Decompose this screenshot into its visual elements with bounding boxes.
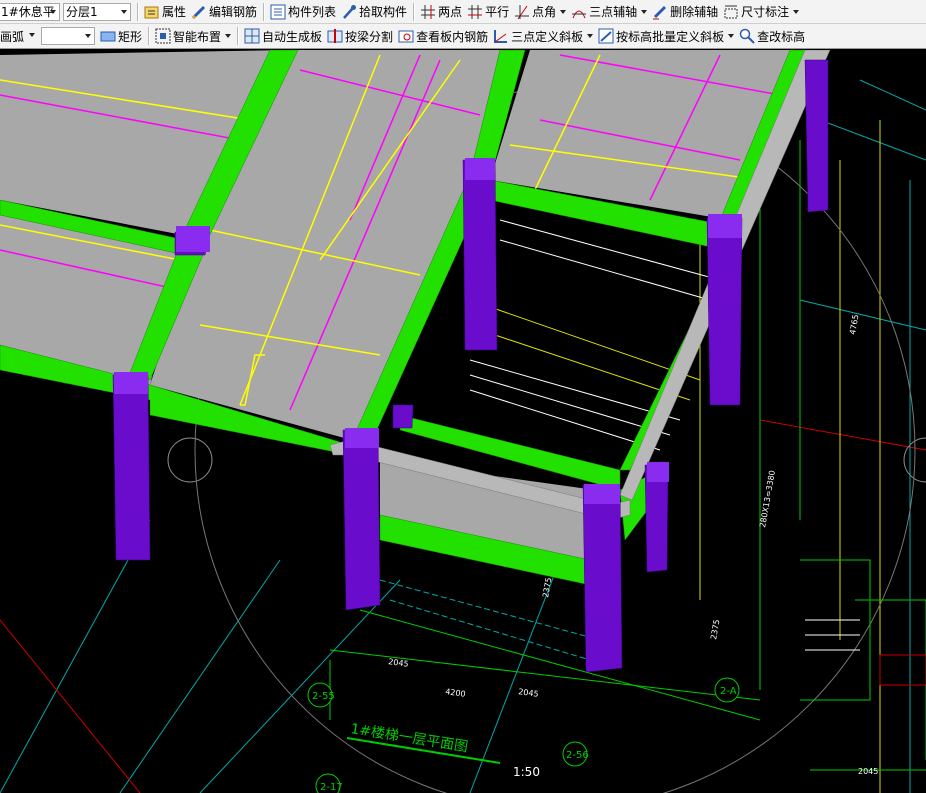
chevron-down-icon: [50, 9, 56, 14]
smart-layout-icon: [155, 28, 171, 44]
pencil-icon: [191, 4, 207, 20]
chevron-down-icon: [29, 33, 35, 37]
slope-icon: [493, 28, 509, 44]
component-list-button[interactable]: 构件列表: [268, 2, 339, 22]
drawing-title: 1#楼梯一层平面图: [349, 721, 469, 755]
grid-icon: [244, 28, 260, 44]
separator: [148, 27, 151, 45]
view-rebar-icon: [398, 28, 414, 44]
column-cap: [176, 226, 210, 252]
column-cap: [708, 214, 742, 238]
check-elevation-button[interactable]: 查改标高: [737, 26, 808, 46]
auto-generate-slab-button[interactable]: 自动生成板: [242, 26, 325, 46]
delete-axis-button[interactable]: 删除辅轴: [650, 2, 721, 22]
dimension-label: 2045: [518, 687, 539, 699]
dimension-label: 2045: [388, 657, 409, 669]
drawing-canvas[interactable]: 2-55 2-56 2-A 2-17 2045 4200 2045 2375 2…: [0, 50, 926, 793]
axis-label: 2-A: [720, 686, 737, 697]
column-cap: [584, 484, 620, 504]
three-point-slope-button[interactable]: 三点定义斜板: [491, 26, 596, 46]
column-cap: [345, 428, 379, 448]
batch-slope-button[interactable]: 按标高批量定义斜板: [596, 26, 737, 46]
chevron-down-icon: [587, 34, 594, 38]
chevron-down-icon: [641, 9, 648, 14]
drawing-toolbar: 画弧 矩形 智能布置 自动生成板 按梁分割 查看板内钢筋 三点定义斜板 按标高批…: [0, 24, 926, 49]
rectangle-button[interactable]: 矩形: [98, 26, 145, 46]
separator: [263, 2, 266, 21]
parallel-button[interactable]: 平行: [465, 2, 512, 22]
search-icon: [739, 28, 755, 44]
angle-axis-icon: [514, 4, 530, 20]
chevron-down-icon: [560, 9, 567, 14]
split-by-beam-button[interactable]: 按梁分割: [325, 26, 396, 46]
floor-select[interactable]: 1#休息平: [0, 2, 60, 21]
eraser-icon: [652, 4, 668, 20]
smart-layout-button[interactable]: 智能布置: [153, 26, 234, 46]
chevron-down-icon: [728, 34, 735, 38]
column-cap: [465, 158, 495, 180]
dimension-label: 2045: [858, 767, 878, 776]
column-cap: [647, 462, 669, 482]
model-3d: [0, 50, 831, 673]
point-angle-button[interactable]: 点角: [512, 2, 569, 22]
dimension-button[interactable]: 尺寸标注: [721, 2, 802, 22]
edit-rebar-button[interactable]: 编辑钢筋: [189, 2, 260, 22]
chevron-down-icon: [121, 9, 127, 14]
draw-value-input[interactable]: [41, 27, 95, 45]
view-slab-rebar-button[interactable]: 查看板内钢筋: [396, 26, 491, 46]
main-toolbar: 1#休息平 分层1 属性 编辑钢筋 构件列表 拾取构件 两点 平行 点角 三点辅…: [0, 0, 926, 24]
dimension-label: 280X13=3380: [758, 470, 777, 529]
batch-slope-icon: [598, 28, 614, 44]
draw-mode-select[interactable]: 画弧: [0, 27, 38, 45]
axis-label: 2-55: [312, 691, 335, 702]
split-icon: [327, 28, 343, 44]
pick-component-button[interactable]: 拾取构件: [339, 2, 410, 22]
drawing-scale: 1:50: [513, 765, 540, 779]
separator: [413, 2, 416, 21]
dimension-icon: [723, 4, 739, 20]
axis-label: 2-56: [566, 750, 589, 761]
separator: [237, 27, 240, 45]
dimension-label: 2375: [541, 577, 553, 599]
axis-label: 2-17: [320, 782, 343, 793]
chevron-down-icon: [85, 34, 91, 38]
two-points-axis-icon: [420, 4, 436, 20]
rectangle-icon: [100, 28, 116, 44]
separator: [137, 2, 139, 21]
properties-button[interactable]: 属性: [142, 2, 189, 22]
dimension-label: 4765: [848, 314, 860, 336]
three-point-axis-button[interactable]: 三点辅轴: [569, 2, 650, 22]
three-point-axis-icon: [571, 4, 587, 20]
chevron-down-icon: [793, 9, 800, 14]
list-icon: [270, 4, 286, 20]
properties-icon: [144, 4, 160, 20]
chevron-down-icon: [225, 34, 232, 38]
eyedropper-icon: [341, 4, 357, 20]
dimension-label: 4200: [445, 687, 466, 699]
two-points-button[interactable]: 两点: [418, 2, 465, 22]
parallel-axis-icon: [467, 4, 483, 20]
column-cap: [114, 372, 148, 394]
layer-select[interactable]: 分层1: [63, 2, 131, 21]
dimension-label: 2375: [709, 619, 721, 641]
